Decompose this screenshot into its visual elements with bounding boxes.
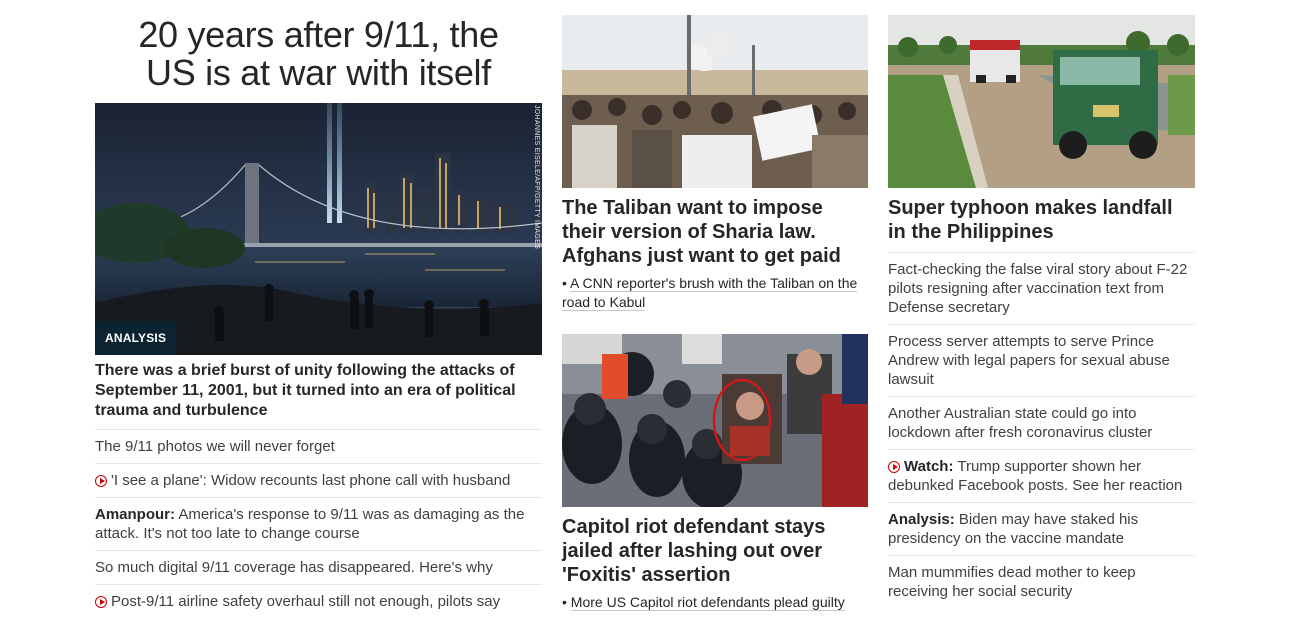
lead-story: 20 years after 9/11, the US is at war wi… [95, 0, 542, 618]
lead-image[interactable]: ANALYSIS JOHANNES EISELE/AFP/GETTY IMAGE… [95, 103, 542, 355]
lead-related-list: The 9/11 photos we will never forget 'I … [95, 430, 542, 618]
list-item[interactable]: Another Australian state could go into l… [888, 397, 1195, 450]
capitol-riot-subheadline[interactable]: • More US Capitol riot defendants plead … [562, 593, 868, 612]
play-circle-icon [888, 461, 900, 473]
typhoon-image[interactable] [888, 15, 1195, 188]
list-item[interactable]: The 9/11 photos we will never forget [95, 430, 542, 464]
taliban-subheadline[interactable]: • A CNN reporter's brush with the Taliba… [562, 274, 868, 312]
taliban-headline[interactable]: The Taliban want to impose their version… [562, 196, 868, 268]
list-item[interactable]: Analysis: Biden may have staked his pres… [888, 503, 1195, 556]
right-related-list: Fact-checking the false viral story abou… [888, 252, 1195, 608]
taliban-image[interactable] [562, 15, 868, 188]
play-circle-icon [95, 475, 107, 487]
analysis-badge: ANALYSIS [95, 321, 177, 355]
play-circle-icon [95, 596, 107, 608]
list-item[interactable]: 'I see a plane': Widow recounts last pho… [95, 464, 542, 498]
list-item[interactable]: Post-9/11 airline safety overhaul still … [95, 585, 542, 618]
middle-stories: The Taliban want to impose their version… [562, 0, 868, 612]
list-item[interactable]: So much digital 9/11 coverage has disapp… [95, 551, 542, 585]
list-item[interactable]: Fact-checking the false viral story abou… [888, 253, 1195, 325]
list-item[interactable]: Amanpour: America's response to 9/11 was… [95, 498, 542, 551]
typhoon-headline[interactable]: Super typhoon makes landfall in the Phil… [888, 196, 1195, 244]
list-item[interactable]: Man mummifies dead mother to keep receiv… [888, 556, 1195, 608]
capitol-riot-headline[interactable]: Capitol riot defendant stays jailed afte… [562, 515, 868, 587]
photo-credit: JOHANNES EISELE/AFP/GETTY IMAGES [533, 105, 540, 250]
lead-headline[interactable]: 20 years after 9/11, the US is at war wi… [95, 16, 542, 92]
lead-summary[interactable]: There was a brief burst of unity followi… [95, 361, 542, 430]
list-item[interactable]: Watch: Trump supporter shown her debunke… [888, 450, 1195, 503]
list-item[interactable]: Process server attempts to serve Prince … [888, 325, 1195, 397]
capitol-riot-image[interactable] [562, 334, 868, 507]
right-stories: Super typhoon makes landfall in the Phil… [888, 0, 1195, 608]
